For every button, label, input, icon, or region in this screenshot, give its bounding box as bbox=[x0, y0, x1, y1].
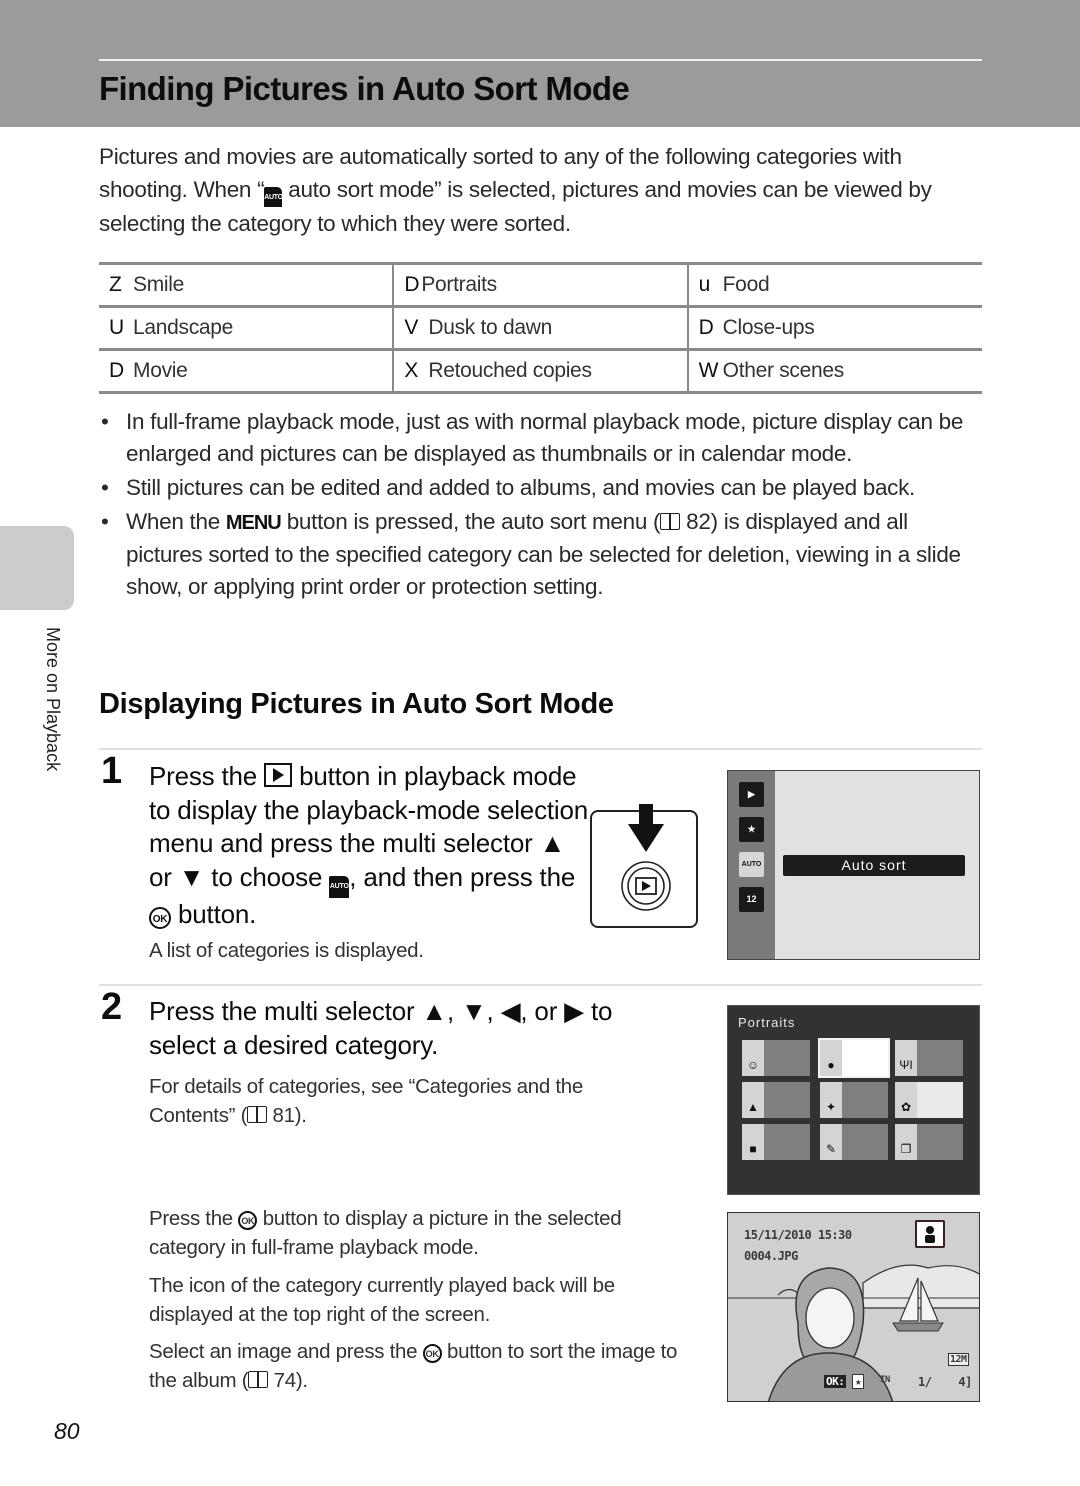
section-title: Displaying Pictures in Auto Sort Mode bbox=[99, 688, 614, 720]
food-icon: u bbox=[698, 273, 711, 296]
category-cell: X Retouched copies bbox=[392, 348, 688, 394]
food-icon: ΨΙ bbox=[895, 1040, 917, 1076]
page-number: 80 bbox=[54, 1418, 80, 1444]
image-size-indicator: 12M bbox=[948, 1353, 969, 1366]
camera-screen-full-frame: 15/11/2010 15:30 0004.JPG 12M OK: ★ IN 1… bbox=[727, 1212, 980, 1402]
smile-icon: Z bbox=[109, 273, 122, 296]
list-item: • When the MENU button is pressed, the au… bbox=[99, 506, 989, 603]
step-2-paragraph: Press the OK button to display a picture… bbox=[149, 1207, 622, 1259]
step-number: 1 bbox=[101, 750, 123, 792]
step-2-paragraph: Select an image and press the OK button … bbox=[149, 1340, 678, 1392]
category-retouched: ✎ bbox=[820, 1124, 888, 1160]
step-1-heading: Press the button in playback mode to dis… bbox=[149, 761, 588, 929]
table-row: U Landscape V Dusk to dawn D Close-ups bbox=[99, 305, 982, 350]
header-rule bbox=[99, 59, 982, 61]
table-row: Z Smile D Portraits u Food bbox=[99, 262, 982, 307]
step-1-note: A list of categories is displayed. bbox=[149, 939, 424, 962]
list-item: • In full-frame playback mode, just as wi… bbox=[99, 406, 989, 470]
category-cell: W Other scenes bbox=[686, 348, 982, 394]
category-smile: ☺ bbox=[742, 1040, 810, 1076]
book-reference-icon bbox=[660, 513, 681, 530]
ok-favorite-hint: OK: bbox=[824, 1375, 847, 1388]
movie-icon: D bbox=[109, 359, 124, 382]
portrait-icon: ● bbox=[820, 1040, 842, 1076]
category-cell: D Portraits bbox=[392, 262, 688, 307]
portrait-category-icon bbox=[915, 1220, 945, 1248]
category-dusk-to-dawn: ✦ bbox=[820, 1082, 888, 1118]
chapter-tab bbox=[0, 526, 74, 610]
list-item: • Still pictures can be edited and added … bbox=[99, 472, 989, 504]
photo-filename: 0004.JPG bbox=[744, 1249, 798, 1263]
category-cell: u Food bbox=[686, 262, 982, 307]
table-row: D Movie X Retouched copies W Other scenes bbox=[99, 348, 982, 394]
playback-button-icon bbox=[264, 763, 293, 787]
category-close-ups: ✿ bbox=[895, 1082, 963, 1118]
category-food: ΨΙ bbox=[895, 1040, 963, 1076]
landscape-icon: U bbox=[109, 316, 124, 339]
favorites-icon: ★ bbox=[852, 1374, 865, 1389]
menu-button-label: MENU bbox=[225, 512, 282, 534]
category-cell: U Landscape bbox=[99, 305, 394, 350]
auto-sort-icon: AUTO bbox=[739, 852, 764, 877]
category-portraits: ● bbox=[818, 1038, 890, 1078]
category-cell: V Dusk to dawn bbox=[392, 305, 688, 350]
step-2-paragraph: The icon of the category currently playe… bbox=[149, 1274, 615, 1326]
category-movie: ■ bbox=[742, 1124, 810, 1160]
photo-datetime: 15/11/2010 15:30 bbox=[744, 1228, 852, 1242]
bullet-icon: • bbox=[101, 409, 109, 434]
intro-paragraph: Pictures and movies are automatically so… bbox=[99, 144, 932, 236]
notes-list: • In full-frame playback mode, just as wi… bbox=[99, 406, 989, 605]
ok-button-icon: OK bbox=[422, 1344, 442, 1363]
page-header: Finding Pictures in Auto Sort Mode bbox=[0, 0, 1080, 127]
ok-button-icon: OK bbox=[149, 906, 171, 929]
book-reference-icon bbox=[247, 1106, 268, 1123]
portrait-icon bbox=[925, 1226, 935, 1243]
book-reference-icon bbox=[248, 1371, 269, 1388]
categories-table: Z Smile D Portraits u Food U Landscape V Dusk… bbox=[99, 262, 982, 394]
step-2-note: For details of categories, see “Categori… bbox=[149, 1075, 583, 1127]
portrait-icon: D bbox=[404, 273, 420, 296]
auto-sort-icon: AUTO bbox=[264, 187, 283, 207]
category-cell: D Movie bbox=[99, 348, 394, 394]
category-landscape: ▲ bbox=[742, 1082, 810, 1118]
step-2-heading: Press the multi selector ▲, ▼, ◀, or ▶ t… bbox=[149, 996, 613, 1060]
other-scenes-icon: ❐ bbox=[895, 1124, 917, 1160]
movie-icon: ■ bbox=[742, 1124, 764, 1160]
bullet-icon: • bbox=[101, 509, 109, 534]
arrow-down-icon bbox=[628, 804, 664, 852]
retouch-icon: ✎ bbox=[820, 1124, 842, 1160]
page-title: Finding Pictures in Auto Sort Mode bbox=[99, 70, 630, 107]
playback-icon: ▶ bbox=[739, 782, 764, 807]
camera-screen-category-grid: Portraits ☺ ● ΨΙ ▲ ✦ ✿ ■ ✎ ❐ bbox=[727, 1005, 980, 1195]
smile-icon: ☺ bbox=[742, 1040, 764, 1076]
category-cell: D Close-ups bbox=[686, 305, 982, 350]
list-by-date-icon: 12 bbox=[739, 887, 764, 912]
close-up-icon: D bbox=[698, 316, 714, 339]
step-divider bbox=[99, 748, 982, 750]
favorites-icon: ★ bbox=[739, 817, 764, 842]
dusk-to-dawn-icon: V bbox=[404, 316, 419, 339]
internal-memory-icon: IN bbox=[880, 1375, 890, 1385]
bullet-icon: • bbox=[101, 475, 109, 500]
category-other-scenes: ❐ bbox=[895, 1124, 963, 1160]
category-title: Portraits bbox=[738, 1015, 796, 1030]
other-scenes-icon: W bbox=[698, 359, 719, 382]
step-number: 2 bbox=[101, 986, 123, 1028]
landscape-icon: ▲ bbox=[742, 1082, 764, 1118]
category-cell: Z Smile bbox=[99, 262, 394, 307]
camera-screen-playback-menu: ▶ ★ AUTO 12 Auto sort bbox=[727, 770, 980, 960]
step-divider bbox=[99, 984, 982, 986]
auto-sort-icon: AUTO bbox=[329, 875, 350, 898]
close-up-icon: ✿ bbox=[895, 1082, 917, 1118]
dusk-to-dawn-icon: ✦ bbox=[820, 1082, 842, 1118]
image-counter: 1/ 4] bbox=[918, 1375, 972, 1389]
chapter-label: More on Playback bbox=[43, 627, 63, 772]
selected-menu-item: Auto sort bbox=[783, 855, 965, 876]
ok-button-icon: OK bbox=[238, 1211, 258, 1230]
retouch-icon: X bbox=[404, 359, 419, 382]
